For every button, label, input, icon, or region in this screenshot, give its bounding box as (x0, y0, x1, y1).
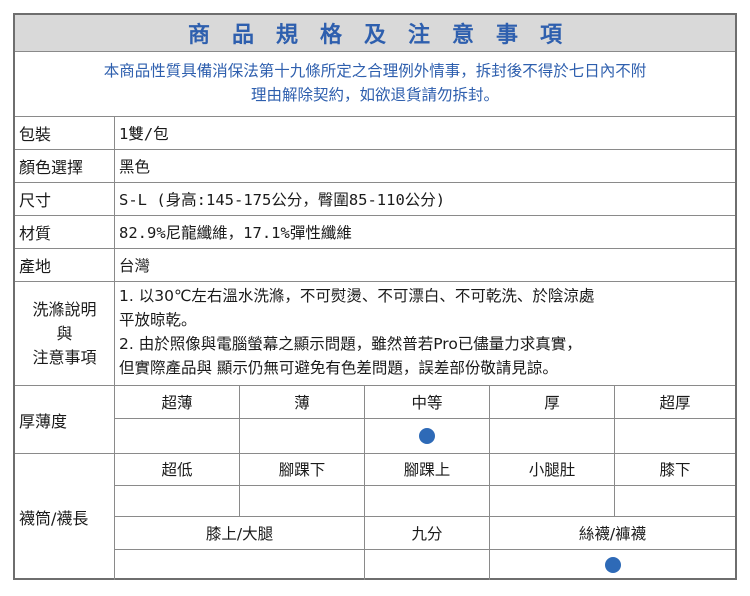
thickness-label: 厚薄度 (15, 386, 115, 453)
thickness-section: 厚薄度 超薄 薄 中等 厚 超厚 (15, 386, 735, 454)
care-label-line: 與 (56, 323, 73, 343)
care-line: 2. 由於照像與電腦螢幕之顯示問題，雖然普若Pro已儘量力求真實， (119, 335, 582, 353)
thickness-option: 厚 (490, 386, 615, 419)
return-policy-notice: 本商品性質具備消保法第十九條所定之合理例外情事，拆封後不得於七日內不附 理由解除… (15, 51, 735, 117)
thickness-mark-cell (115, 419, 240, 453)
spec-label: 顏色選擇 (15, 150, 115, 182)
thickness-mark-cell (615, 419, 735, 453)
length-option: 超低 (115, 453, 240, 486)
length-option: 小腿肚 (490, 453, 615, 486)
spec-label: 包裝 (15, 117, 115, 149)
thickness-mark-cell (240, 419, 365, 453)
page-title: 商品規格及注意事項 (15, 15, 735, 52)
length-option: 腳踝下 (240, 453, 365, 486)
spec-row-origin: 產地 台灣 (15, 249, 735, 282)
notice-line: 本商品性質具備消保法第十九條所定之合理例外情事，拆封後不得於七日內不附 (103, 62, 647, 80)
spec-label: 尺寸 (15, 183, 115, 215)
length-mark-cell (115, 486, 240, 517)
spec-value: 黑色 (119, 158, 151, 176)
length-mark-cell (365, 486, 490, 517)
selected-dot-icon (604, 557, 621, 573)
care-line: 但實際產品與 顯示仍無可避免有色差問題，誤差部份敬請見諒。 (119, 359, 558, 377)
length-mark-cell (365, 550, 490, 580)
thickness-option: 超厚 (615, 386, 735, 419)
spec-value: S-L (身高:145-175公分，臀圍85-110公分) (119, 191, 446, 209)
length-mark-cell (115, 550, 365, 580)
length-option: 腳踝上 (365, 453, 490, 486)
spec-value: 台灣 (119, 257, 151, 275)
spec-table: 商品規格及注意事項 本商品性質具備消保法第十九條所定之合理例外情事，拆封後不得於… (13, 13, 737, 580)
thickness-option: 薄 (240, 386, 365, 419)
length-mark-cell (615, 486, 735, 517)
selected-dot-icon (419, 428, 435, 444)
notice-line: 理由解除契約，如欲退貨請勿拆封。 (250, 86, 499, 104)
length-mark-cell (490, 486, 615, 517)
length-option: 膝下 (615, 453, 735, 486)
length-mark-cell (490, 550, 735, 580)
thickness-option: 中等 (365, 386, 490, 419)
thickness-option: 超薄 (115, 386, 240, 419)
care-label: 洗滌說明 與 注意事項 (15, 282, 115, 385)
spec-row-size: 尺寸 S-L (身高:145-175公分，臀圍85-110公分) (15, 183, 735, 216)
length-section: 襪筒/襪長 超低 腳踝下 腳踝上 小腿肚 膝下 膝上/大腿 九分 絲襪/褲襪 (15, 453, 735, 580)
spec-value: 82.9%尼龍纖維，17.1%彈性纖維 (119, 224, 352, 242)
length-option: 九分 (365, 517, 490, 550)
spec-label: 產地 (15, 249, 115, 281)
spec-value: 1雙/包 (119, 125, 169, 143)
care-instructions-row: 洗滌說明 與 注意事項 1. 以30℃左右溫水洗滌，不可熨燙、不可漂白、不可乾洗… (15, 282, 735, 386)
length-option: 絲襪/褲襪 (490, 517, 735, 550)
length-mark-cell (240, 486, 365, 517)
thickness-mark-cell (365, 419, 490, 453)
care-label-line: 注意事項 (32, 347, 97, 367)
spec-row-color: 顏色選擇 黑色 (15, 150, 735, 183)
length-label: 襪筒/襪長 (15, 453, 115, 580)
care-line: 1. 以30℃左右溫水洗滌，不可熨燙、不可漂白、不可乾洗、於陰涼處 (119, 287, 595, 305)
spec-label: 材質 (15, 216, 115, 248)
care-label-line: 洗滌說明 (32, 299, 97, 319)
care-text: 1. 以30℃左右溫水洗滌，不可熨燙、不可漂白、不可乾洗、於陰涼處 平放晾乾。 … (115, 282, 735, 385)
spec-row-material: 材質 82.9%尼龍纖維，17.1%彈性纖維 (15, 216, 735, 249)
spec-row-package: 包裝 1雙/包 (15, 117, 735, 150)
care-line: 平放晾乾。 (119, 311, 197, 329)
thickness-mark-cell (490, 419, 615, 453)
length-option: 膝上/大腿 (115, 517, 365, 550)
